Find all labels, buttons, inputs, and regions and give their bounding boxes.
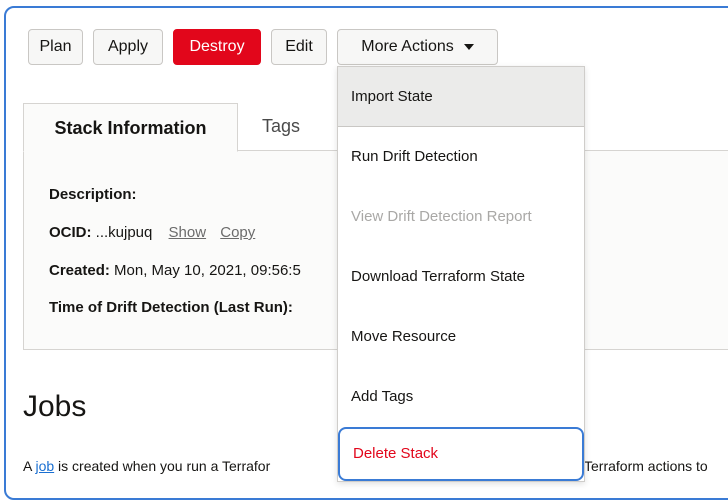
jobs-description-tail: Terraform actions to: [584, 458, 708, 474]
more-actions-label: More Actions: [361, 38, 454, 55]
created-value: Mon, May 10, 2021, 09:56:5: [109, 262, 301, 279]
show-ocid-link[interactable]: Show: [169, 224, 207, 241]
destroy-button[interactable]: Destroy: [173, 29, 261, 65]
apply-button[interactable]: Apply: [93, 29, 163, 65]
edit-button[interactable]: Edit: [271, 29, 327, 65]
menu-item-run-drift-detection[interactable]: Run Drift Detection: [338, 127, 584, 187]
description-row: Description:: [49, 186, 137, 203]
caret-down-icon: [463, 43, 474, 50]
menu-item-delete-stack[interactable]: Delete Stack: [338, 427, 584, 481]
jobs-text-a: A: [23, 458, 36, 474]
plan-button[interactable]: Plan: [28, 29, 83, 65]
jobs-text-b: is created when you run a Terrafor: [54, 458, 271, 474]
ocid-label: OCID:: [49, 224, 92, 241]
job-link[interactable]: job: [35, 458, 54, 474]
more-actions-menu: Import State Run Drift Detection View Dr…: [337, 66, 585, 482]
more-actions-button[interactable]: More Actions: [337, 29, 498, 65]
ocid-row: OCID: ...kujpuq Show Copy: [49, 224, 255, 241]
ocid-value: ...kujpuq: [91, 224, 153, 241]
copy-ocid-link[interactable]: Copy: [220, 224, 255, 241]
menu-item-download-terraform-state[interactable]: Download Terraform State: [338, 247, 584, 307]
menu-item-add-tags[interactable]: Add Tags: [338, 367, 584, 427]
description-label: Description:: [49, 186, 137, 203]
drift-time-row: Time of Drift Detection (Last Run):: [49, 299, 293, 316]
drift-time-label: Time of Drift Detection (Last Run):: [49, 299, 293, 316]
created-row: Created: Mon, May 10, 2021, 09:56:5: [49, 262, 301, 279]
created-label: Created:: [49, 262, 110, 279]
tab-tags[interactable]: Tags: [262, 116, 300, 137]
menu-item-move-resource[interactable]: Move Resource: [338, 307, 584, 367]
jobs-heading: Jobs: [23, 390, 87, 423]
menu-item-view-drift-report: View Drift Detection Report: [351, 208, 532, 225]
tab-stack-information[interactable]: Stack Information: [23, 103, 238, 152]
jobs-description: A job is created when you run a Terrafor: [23, 458, 270, 474]
menu-item-import-state[interactable]: Import State: [338, 67, 584, 127]
